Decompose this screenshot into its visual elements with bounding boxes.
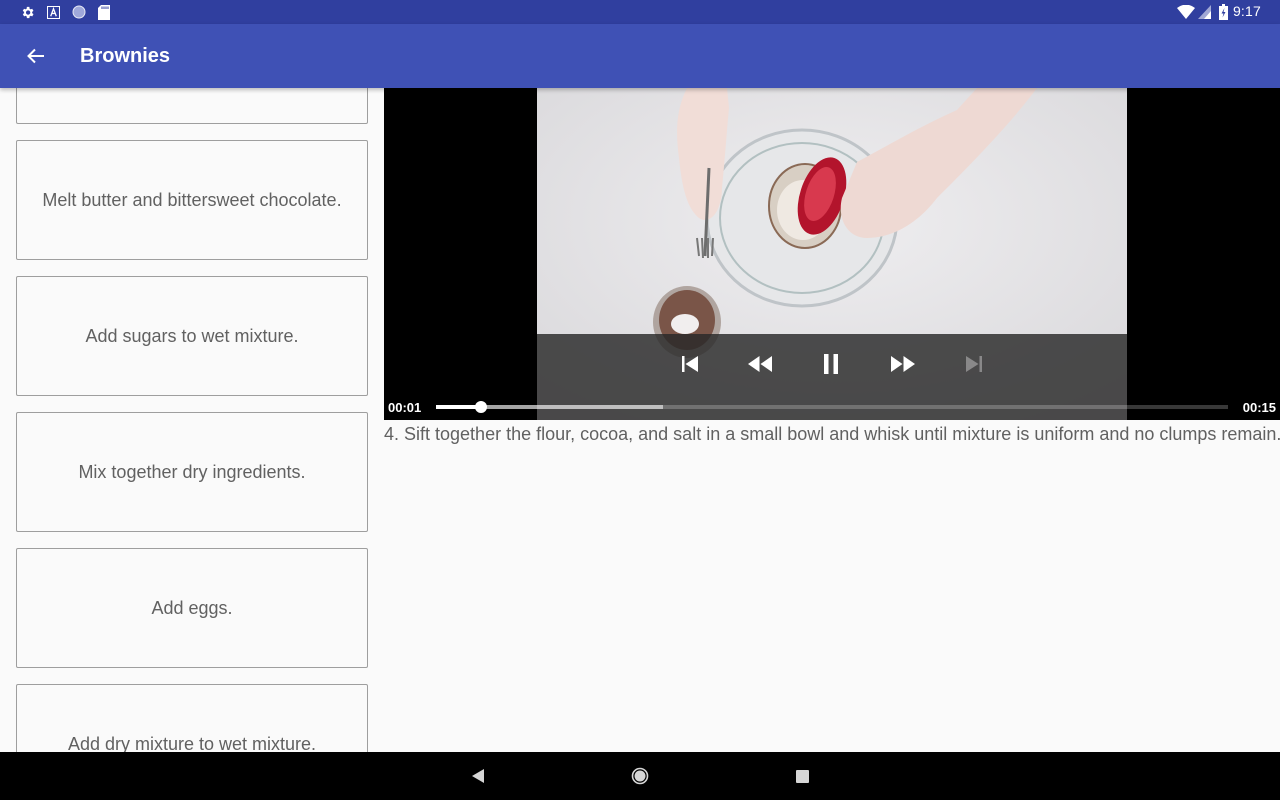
wifi-icon: [1177, 4, 1195, 20]
step-description: 4. Sift together the flour, cocoa, and s…: [384, 424, 1280, 444]
rewind-button[interactable]: [743, 351, 777, 377]
fast-forward-icon: [891, 356, 915, 372]
fast-forward-button[interactable]: [886, 351, 920, 377]
cellular-signal-icon: [1197, 4, 1211, 20]
step-card[interactable]: Add sugars to wet mixture.: [16, 276, 368, 396]
step-card[interactable]: Add eggs.: [16, 548, 368, 668]
pause-icon: [823, 354, 839, 374]
status-time: 9:17: [1232, 3, 1261, 19]
nav-back-button[interactable]: [466, 764, 490, 788]
circle-notification-icon: [71, 4, 87, 20]
rewind-icon: [748, 356, 772, 372]
back-button[interactable]: [20, 44, 52, 68]
step-card[interactable]: [16, 88, 368, 124]
seek-bar[interactable]: [436, 397, 1228, 417]
nav-home-button[interactable]: [628, 764, 652, 788]
skip-previous-icon: [681, 355, 699, 373]
font-a-icon: [46, 4, 60, 20]
system-nav-bar: [0, 752, 1280, 800]
skip-next-icon: [965, 355, 983, 373]
gear-icon: [19, 4, 35, 20]
sd-card-icon: [97, 4, 111, 20]
time-position: 00:01: [388, 400, 422, 415]
nav-recents-button[interactable]: [790, 764, 814, 788]
step-card[interactable]: Add dry mixture to wet mixture.: [16, 684, 368, 752]
arrow-back-icon: [27, 48, 45, 64]
nav-home-icon: [631, 767, 649, 785]
app-bar: Brownies: [0, 24, 1280, 88]
skip-next-button[interactable]: [957, 351, 991, 377]
step-card[interactable]: Mix together dry ingredients.: [16, 412, 368, 532]
time-duration: 00:15: [1242, 400, 1276, 415]
skip-previous-button[interactable]: [673, 351, 707, 377]
video-player[interactable]: 00:01 00:15: [384, 88, 1280, 420]
page-title: Brownies: [80, 45, 171, 67]
step-list[interactable]: Melt butter and bittersweet chocolate. A…: [0, 88, 384, 752]
step-card[interactable]: Melt butter and bittersweet chocolate.: [16, 140, 368, 260]
status-bar: 9:17: [0, 0, 1280, 24]
battery-icon: [1218, 4, 1228, 20]
seek-bar-scrubber[interactable]: [475, 401, 488, 413]
pause-button[interactable]: [814, 351, 848, 377]
nav-back-icon: [471, 769, 485, 783]
nav-recents-icon: [795, 769, 809, 783]
